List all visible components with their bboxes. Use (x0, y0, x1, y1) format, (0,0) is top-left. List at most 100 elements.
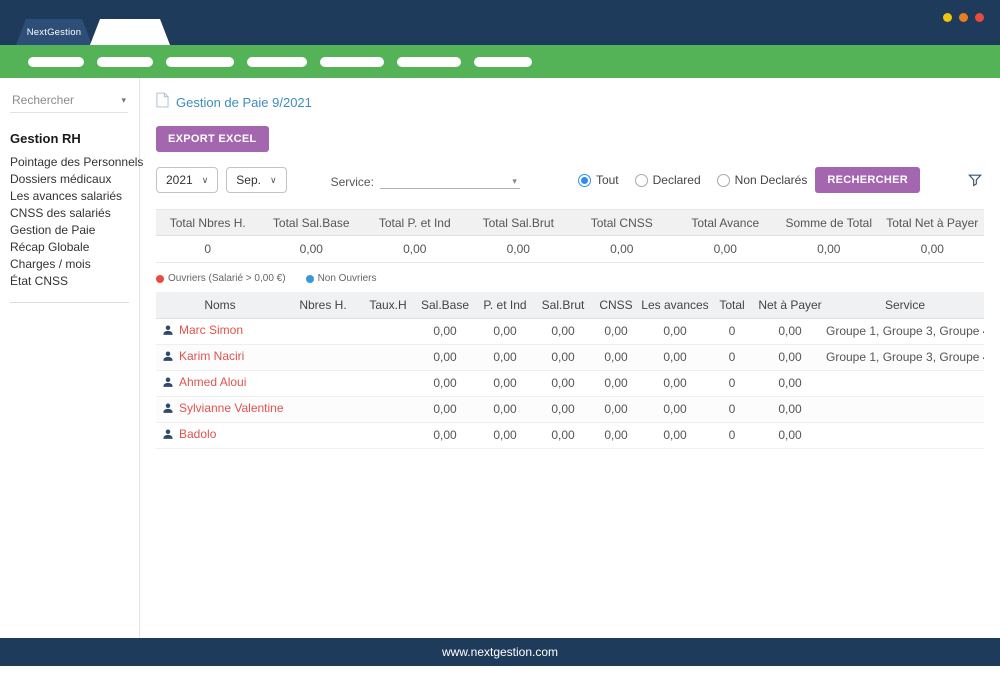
filter-bar: 2021 ∨ Sep. ∨ Service: ▾ Tout (156, 167, 984, 193)
cell-taux-h (362, 370, 414, 396)
radio-icon (635, 174, 648, 187)
window-titlebar: NextGestion (0, 0, 1000, 45)
cell-cnss: 0,00 (592, 422, 640, 448)
col-header-total: Total (710, 292, 754, 318)
summary-col-header: Somme de Total (777, 210, 881, 236)
month-select-value: Sep. (236, 173, 261, 187)
summary-header-row: Total Nbres H. Total Sal.Base Total P. e… (156, 210, 984, 236)
sidebar-item-recap-globale[interactable]: Récap Globale (10, 239, 129, 256)
cell-net-a-payer: 0,00 (754, 422, 826, 448)
sidebar-section-title: Gestion RH (10, 131, 129, 146)
browser-tab-blank[interactable] (90, 19, 170, 45)
sidebar-item-charges-mois[interactable]: Charges / mois (10, 256, 129, 273)
cell-service (826, 370, 984, 396)
employee-name-link[interactable]: Marc Simon (179, 323, 243, 337)
sidebar-item-etat-cnss[interactable]: État CNSS (10, 273, 129, 290)
content-area: Rechercher ▾ Gestion RH Pointage des Per… (0, 78, 1000, 638)
table-row[interactable]: Badolo 0,00 0,00 0,00 0,00 0,00 0 0,00 (156, 422, 984, 448)
cell-name: Sylvianne Valentine (156, 396, 284, 422)
cell-name: Karim Naciri (156, 344, 284, 370)
rechercher-button[interactable]: RECHERCHER (815, 167, 920, 193)
nav-pill[interactable] (97, 57, 153, 67)
sidebar-item-avances-salaries[interactable]: Les avances salariés (10, 188, 129, 205)
cell-service (826, 422, 984, 448)
browser-tab-nextgestion[interactable]: NextGestion (16, 19, 92, 45)
sidebar-item-pointage[interactable]: Pointage des Personnels (10, 154, 129, 171)
service-select[interactable]: ▾ (380, 172, 520, 189)
radio-declared-label: Declared (653, 173, 701, 187)
cell-taux-h (362, 422, 414, 448)
person-icon (162, 351, 174, 365)
sidebar-item-gestion-paie[interactable]: Gestion de Paie (10, 222, 129, 239)
radio-non-declares[interactable]: Non Declarés (717, 173, 808, 187)
export-excel-button[interactable]: EXPORT EXCEL (156, 126, 269, 152)
summary-value: 0,00 (467, 236, 571, 263)
summary-table: Total Nbres H. Total Sal.Base Total P. e… (156, 209, 984, 263)
employee-name-link[interactable]: Ahmed Aloui (179, 375, 246, 389)
employee-name-link[interactable]: Badolo (179, 427, 216, 441)
radio-declared[interactable]: Declared (635, 173, 701, 187)
cell-sal-brut: 0,00 (534, 422, 592, 448)
nav-pill[interactable] (474, 57, 532, 67)
year-select[interactable]: 2021 ∨ (156, 167, 218, 193)
cell-nbres-h (284, 318, 362, 344)
nav-pill[interactable] (166, 57, 234, 67)
cell-total: 0 (710, 344, 754, 370)
filter-icon[interactable] (968, 173, 982, 187)
declaration-radio-group: Tout Declared Non Declarés (578, 173, 807, 187)
payroll-table: Noms Nbres H. Taux.H Sal.Base P. et Ind … (156, 292, 984, 449)
cell-name: Badolo (156, 422, 284, 448)
cell-nbres-h (284, 422, 362, 448)
sidebar-divider (10, 302, 129, 303)
cell-nbres-h (284, 344, 362, 370)
month-select[interactable]: Sep. ∨ (226, 167, 286, 193)
search-placeholder: Rechercher (12, 93, 74, 107)
summary-col-header: Total Nbres H. (156, 210, 260, 236)
sidebar-item-cnss-salaries[interactable]: CNSS des salariés (10, 205, 129, 222)
employee-name-link[interactable]: Sylvianne Valentine (179, 401, 284, 415)
nav-pill[interactable] (247, 57, 307, 67)
cell-les-avances: 0,00 (640, 396, 710, 422)
cell-service: Groupe 1, Groupe 3, Groupe 4 (826, 318, 984, 344)
sidebar-item-dossiers-medicaux[interactable]: Dossiers médicaux (10, 171, 129, 188)
person-icon (162, 429, 174, 443)
cell-sal-base: 0,00 (414, 422, 476, 448)
cell-total: 0 (710, 422, 754, 448)
summary-col-header: Total Sal.Brut (467, 210, 571, 236)
bottom-strip (0, 666, 1000, 679)
legend: Ouvriers (Salarié > 0,00 €) Non Ouvriers (156, 273, 984, 284)
blue-dot-icon (306, 275, 314, 283)
window-maximize-button[interactable] (959, 13, 968, 22)
radio-tout[interactable]: Tout (578, 173, 619, 187)
red-dot-icon (156, 275, 164, 283)
summary-value: 0 (156, 236, 260, 263)
window-minimize-button[interactable] (943, 13, 952, 22)
cell-name: Ahmed Aloui (156, 370, 284, 396)
nav-pill[interactable] (28, 57, 84, 67)
cell-total: 0 (710, 370, 754, 396)
person-icon (162, 377, 174, 391)
sidebar: Rechercher ▾ Gestion RH Pointage des Per… (0, 78, 140, 638)
cell-total: 0 (710, 318, 754, 344)
legend-ouvriers: Ouvriers (Salarié > 0,00 €) (156, 273, 286, 284)
table-row[interactable]: Marc Simon 0,00 0,00 0,00 0,00 0,00 0 0,… (156, 318, 984, 344)
employee-name-link[interactable]: Karim Naciri (179, 349, 244, 363)
cell-p-et-ind: 0,00 (476, 318, 534, 344)
col-header-sal-base: Sal.Base (414, 292, 476, 318)
summary-value: 0,00 (674, 236, 778, 263)
year-select-value: 2021 (166, 173, 193, 187)
main-panel: Gestion de Paie 9/2021 EXPORT EXCEL 2021… (140, 78, 1000, 638)
summary-value: 0,00 (881, 236, 985, 263)
col-header-noms: Noms (156, 292, 284, 318)
table-row[interactable]: Ahmed Aloui 0,00 0,00 0,00 0,00 0,00 0 0… (156, 370, 984, 396)
sidebar-search-dropdown[interactable]: Rechercher ▾ (10, 90, 128, 113)
person-icon (162, 325, 174, 339)
footer-bar: www.nextgestion.com (0, 638, 1000, 666)
table-row[interactable]: Karim Naciri 0,00 0,00 0,00 0,00 0,00 0 … (156, 344, 984, 370)
person-icon (162, 403, 174, 417)
window-close-button[interactable] (975, 13, 984, 22)
nav-pill[interactable] (320, 57, 384, 67)
table-row[interactable]: Sylvianne Valentine 0,00 0,00 0,00 0,00 … (156, 396, 984, 422)
radio-icon (717, 174, 730, 187)
nav-pill[interactable] (397, 57, 461, 67)
